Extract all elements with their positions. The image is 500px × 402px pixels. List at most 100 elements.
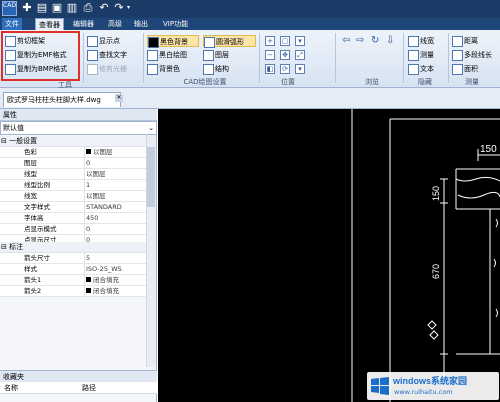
property-value-text: 闭合填充 bbox=[93, 287, 119, 295]
menu-advanced[interactable]: 高级 bbox=[105, 18, 125, 30]
bw-drawing-button[interactable]: 黑白绘图 bbox=[147, 49, 187, 61]
property-row[interactable]: 线宽 以图层 bbox=[0, 191, 146, 202]
property-row[interactable]: 文字样式 STANDARD bbox=[0, 202, 146, 213]
property-row[interactable]: 箭头2 闭合填充 bbox=[0, 286, 146, 297]
save-icon[interactable]: ▣ bbox=[51, 2, 63, 14]
property-value-text: STANDARD bbox=[86, 203, 122, 211]
print-icon[interactable]: ⎙ bbox=[82, 2, 94, 14]
app-icon[interactable]: CAD bbox=[2, 1, 17, 16]
property-value[interactable]: 0 bbox=[86, 158, 146, 169]
property-key: 点显示模式 bbox=[24, 225, 57, 233]
document-tab[interactable]: 欧式罗马柱柱头柱脚大样.dwg ✕ bbox=[3, 92, 123, 107]
dim-label-top: 150 bbox=[480, 144, 497, 155]
menu-file[interactable]: 文件 bbox=[2, 18, 22, 30]
qat-dropdown-icon[interactable]: ▾ bbox=[127, 4, 130, 11]
measure-toggle[interactable]: 测量 bbox=[408, 49, 434, 61]
property-value[interactable]: STANDARD bbox=[86, 202, 146, 213]
color-swatch-icon bbox=[86, 277, 91, 282]
bw-icon bbox=[147, 50, 158, 61]
area-button[interactable]: 面积 bbox=[452, 63, 478, 75]
favorites-col-name[interactable]: 名称 bbox=[4, 382, 18, 394]
save-as-icon[interactable]: ▥ bbox=[66, 2, 78, 14]
refresh-icon[interactable]: ↻ bbox=[371, 35, 379, 47]
position-group-label: 位置 bbox=[281, 78, 295, 86]
view-dropdown-icon[interactable]: ▾ bbox=[295, 64, 305, 74]
zoom-window-icon[interactable]: ▢ bbox=[280, 36, 290, 46]
rotate-icon[interactable]: ⟳ bbox=[280, 64, 290, 74]
property-row[interactable]: 线型比例 1 bbox=[0, 180, 146, 191]
menu-editor[interactable]: 编辑器 bbox=[70, 18, 97, 30]
property-row[interactable]: 字体高 450 bbox=[0, 213, 146, 224]
column-divider bbox=[84, 213, 85, 224]
property-value[interactable]: 0 bbox=[86, 224, 146, 235]
property-row[interactable]: 箭头1 闭合填充 bbox=[0, 275, 146, 286]
open-folder-icon[interactable]: ▤ bbox=[36, 2, 48, 14]
property-value[interactable]: 5 bbox=[86, 253, 146, 264]
zoom-out-icon[interactable]: − bbox=[265, 50, 275, 60]
property-row[interactable]: 色彩 以图层 bbox=[0, 147, 146, 158]
property-value[interactable]: ISO-25_WS bbox=[86, 264, 146, 275]
property-value[interactable]: 以图层 bbox=[86, 169, 146, 180]
fit-icon[interactable]: ⤢ bbox=[295, 50, 305, 60]
arrow-right-icon[interactable]: ⇨ bbox=[356, 35, 364, 47]
menu-vip[interactable]: VIP功能 bbox=[160, 18, 191, 30]
ribbon-separator bbox=[448, 33, 449, 83]
black-background-button[interactable]: 黑色背景 bbox=[147, 35, 199, 48]
menu-output[interactable]: 输出 bbox=[131, 18, 151, 30]
column-divider bbox=[84, 180, 85, 191]
zoom-in-icon[interactable]: + bbox=[265, 36, 275, 46]
property-value-text: 0 bbox=[86, 159, 91, 167]
undo-icon[interactable]: ↶ bbox=[98, 2, 110, 14]
property-row[interactable]: 箭头尺寸 5 bbox=[0, 253, 146, 264]
trim-raster-button[interactable]: 修剪光栅 bbox=[87, 63, 127, 75]
chevron-down-icon: ⌄ bbox=[148, 124, 154, 132]
property-row[interactable]: 样式 ISO-25_WS bbox=[0, 264, 146, 275]
smooth-arc-button[interactable]: 圆滑弧形 bbox=[203, 35, 256, 48]
close-icon[interactable]: ✕ bbox=[115, 94, 123, 102]
show-points-button[interactable]: 显示点 bbox=[87, 35, 120, 47]
points-icon bbox=[87, 36, 98, 47]
property-row[interactable]: 图层 0 bbox=[0, 158, 146, 169]
black-bg-icon bbox=[148, 37, 159, 48]
menu-viewer[interactable]: 查看器 bbox=[35, 18, 64, 30]
distance-button[interactable]: 距离 bbox=[452, 35, 478, 47]
line-width-toggle[interactable]: 线宽 bbox=[408, 35, 434, 47]
text-toggle[interactable]: 文本 bbox=[408, 63, 434, 75]
arc-icon bbox=[204, 37, 215, 48]
arrow-left-icon[interactable]: ⇦ bbox=[342, 35, 350, 47]
favorites-col-path[interactable]: 路径 bbox=[82, 382, 96, 394]
category-general[interactable]: ⊟ 一般设置 bbox=[0, 136, 146, 147]
property-value[interactable]: 1 bbox=[86, 180, 146, 191]
background-color-button[interactable]: 背景色 bbox=[147, 63, 180, 75]
property-value-text: 以图层 bbox=[86, 192, 106, 200]
property-value[interactable]: 以图层 bbox=[86, 147, 146, 158]
text-icon bbox=[408, 64, 419, 75]
layers-button[interactable]: 图层 bbox=[203, 49, 229, 61]
zoom-dropdown-icon[interactable]: ▾ bbox=[295, 36, 305, 46]
property-value[interactable]: 闭合填充 bbox=[86, 286, 146, 297]
property-key: 箭头尺寸 bbox=[24, 254, 50, 262]
find-text-button[interactable]: 查找文字 bbox=[87, 49, 127, 61]
redo-icon[interactable]: ↷ bbox=[113, 2, 125, 14]
property-value[interactable]: 以图层 bbox=[86, 191, 146, 202]
structure-button[interactable]: 结构 bbox=[203, 63, 229, 75]
color-swatch-icon bbox=[86, 149, 91, 154]
category-dimension[interactable]: ⊟ 标注 bbox=[0, 242, 146, 253]
scrollbar-thumb[interactable] bbox=[147, 147, 155, 207]
property-value[interactable]: 450 bbox=[86, 213, 146, 224]
property-row[interactable]: 线型 以图层 bbox=[0, 169, 146, 180]
add-icon[interactable]: ✚ bbox=[21, 2, 33, 14]
polyline-length-button[interactable]: 多段线长 bbox=[452, 49, 492, 61]
property-value-text: 以图层 bbox=[86, 170, 106, 178]
dim-label-left-2: 670 bbox=[431, 264, 441, 279]
ribbon-separator bbox=[259, 33, 260, 83]
properties-selector[interactable]: 默认值 ⌄ bbox=[0, 121, 157, 135]
zoom-previous-icon[interactable]: ◧ bbox=[265, 64, 275, 74]
property-row[interactable]: 点显示模式 0 bbox=[0, 224, 146, 235]
browse-down-icon[interactable]: ⇩ bbox=[386, 35, 394, 47]
watermark-brand: windows系统家园 bbox=[393, 376, 467, 386]
drawing-canvas[interactable]: 150 150 670 bbox=[158, 109, 500, 402]
favorites-header: 名称 路径 bbox=[0, 382, 157, 394]
property-value[interactable]: 闭合填充 bbox=[86, 275, 146, 286]
pan-icon[interactable]: ✥ bbox=[280, 50, 290, 60]
